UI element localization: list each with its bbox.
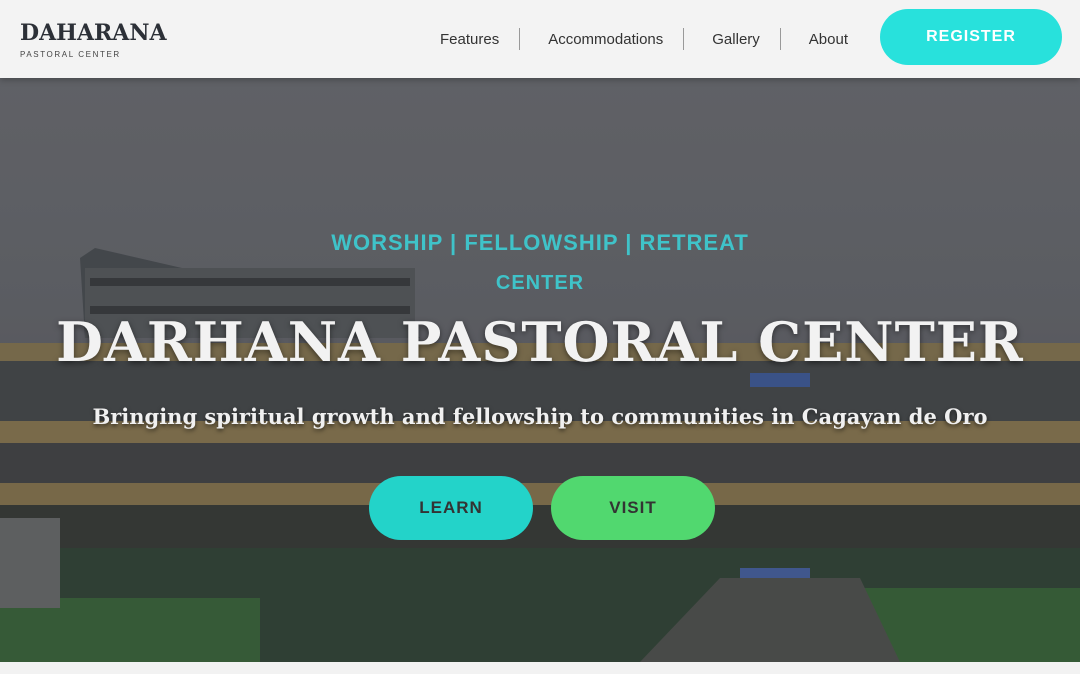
hero-eyebrow-line2: CENTER bbox=[495, 272, 585, 294]
logo-prefix: DA bbox=[20, 20, 57, 46]
hero-subtitle: Bringing spiritual growth and fellowship… bbox=[92, 404, 988, 429]
register-button[interactable]: REGISTER bbox=[880, 9, 1062, 65]
nav-divider bbox=[519, 28, 521, 50]
nav-accommodations[interactable]: Accommodations bbox=[538, 31, 673, 48]
nav-features[interactable]: Features bbox=[430, 31, 509, 48]
hero-title: DARHANA PASTORAL CENTER bbox=[56, 310, 1024, 374]
visit-button[interactable]: VISIT bbox=[551, 476, 715, 540]
logo-tagline: PASTORAL CENTER bbox=[20, 50, 121, 59]
nav-gallery[interactable]: Gallery bbox=[702, 31, 770, 48]
top-navbar: DA HARANA PASTORAL CENTER Features Accom… bbox=[0, 0, 1080, 78]
logo-wordmark: DA HARANA bbox=[20, 10, 192, 46]
learn-button[interactable]: LEARN bbox=[369, 476, 533, 540]
hero-content: WORSHIP | FELLOWSHIP | RETREAT CENTER DA… bbox=[0, 78, 1080, 662]
main-nav: Features Accommodations Gallery About bbox=[430, 0, 868, 78]
next-section-edge bbox=[0, 662, 1080, 674]
nav-divider bbox=[683, 28, 685, 50]
nav-about[interactable]: About bbox=[799, 31, 858, 48]
hero-eyebrow: WORSHIP | FELLOWSHIP | RETREAT bbox=[331, 230, 749, 255]
nav-divider bbox=[779, 28, 781, 50]
logo-main: HARANA bbox=[56, 20, 167, 46]
brand-logo[interactable]: DA HARANA PASTORAL CENTER bbox=[20, 10, 192, 66]
hero-section: WORSHIP | FELLOWSHIP | RETREAT CENTER DA… bbox=[0, 78, 1080, 662]
